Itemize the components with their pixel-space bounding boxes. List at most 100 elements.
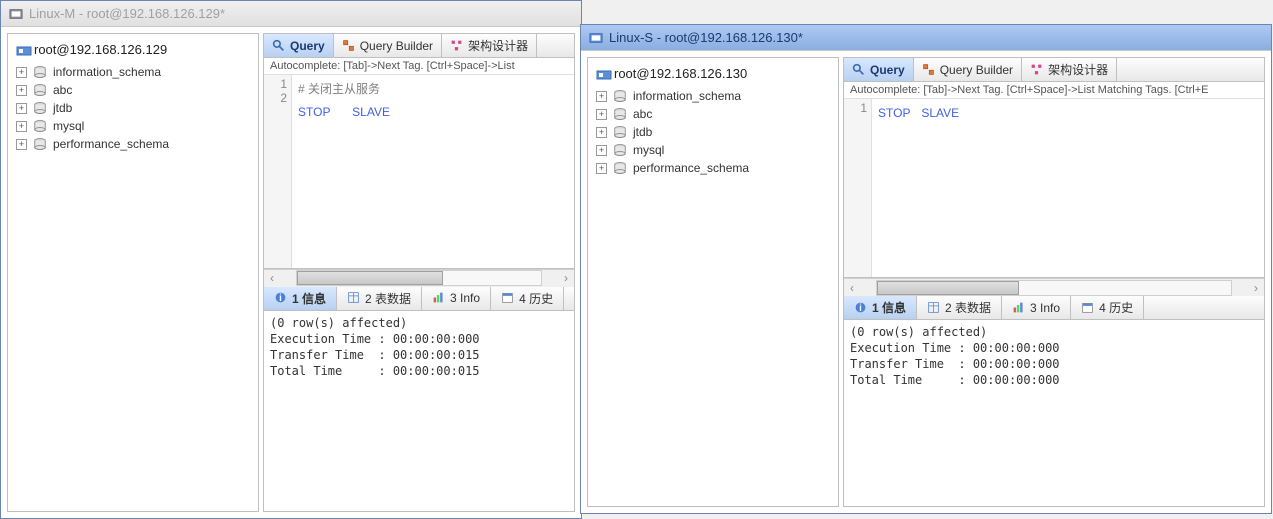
tree-db-item[interactable]: + abc: [12, 81, 254, 99]
chart-icon: [1012, 301, 1026, 315]
tab-query[interactable]: Query: [264, 34, 334, 57]
tab-schema-label: 架构设计器: [1048, 61, 1108, 78]
result-output[interactable]: (0 row(s) affected) Execution Time : 00:…: [264, 311, 574, 512]
tree-db-item[interactable]: +performance_schema: [592, 159, 834, 177]
expand-icon[interactable]: +: [16, 85, 27, 96]
db-tree-left[interactable]: root@192.168.126.129 + information_schema…: [7, 33, 259, 512]
result-tab-history[interactable]: 4 历史: [1071, 296, 1144, 319]
database-icon: [613, 161, 627, 175]
result-tab-info3[interactable]: 3 Info: [422, 287, 491, 310]
builder-icon: [922, 63, 936, 77]
tree-db-list: + information_schema + abc + jtdb +mysql+perfo…: [592, 87, 834, 177]
info-icon: i: [854, 301, 868, 315]
builder-icon: [342, 39, 356, 53]
window-linux-s: Linux-S - root@192.168.126.130* root@192…: [580, 24, 1272, 514]
result-tabs: i 1 信息 2 表数据 3 Info 4 历史: [844, 296, 1264, 320]
expand-icon[interactable]: +: [596, 91, 607, 102]
expand-icon[interactable]: +: [596, 109, 607, 120]
line-gutter: 1 2: [264, 75, 292, 268]
result-tab-data[interactable]: 2 表数据: [917, 296, 1002, 319]
db-label: mysql: [53, 119, 84, 133]
svg-text:i: i: [859, 302, 862, 313]
db-label: information_schema: [53, 65, 161, 79]
schema-icon: [450, 39, 464, 53]
database-icon: [613, 89, 627, 103]
db-tree-right[interactable]: root@192.168.126.130 + information_schema…: [587, 57, 839, 507]
expand-icon[interactable]: +: [596, 127, 607, 138]
chart-icon: [432, 291, 446, 305]
db-label: abc: [633, 107, 652, 121]
code-comment: # 关闭主从服务: [298, 82, 380, 96]
titlebar-right[interactable]: Linux-S - root@192.168.126.130*: [581, 25, 1271, 51]
calendar-icon: [1081, 301, 1095, 315]
tree-db-item[interactable]: + jtdb: [592, 123, 834, 141]
tab-query-label: Query: [290, 39, 325, 53]
info-icon: i: [274, 291, 288, 305]
database-icon: [33, 65, 47, 79]
expand-icon[interactable]: +: [16, 121, 27, 132]
db-label: abc: [53, 83, 72, 97]
editor-hscroll[interactable]: ‹ ›: [844, 278, 1264, 296]
database-icon: [33, 101, 47, 115]
tree-root-connection[interactable]: root@192.168.126.129: [12, 38, 254, 63]
result-tab-data[interactable]: 2 表数据: [337, 287, 422, 310]
tree-db-item[interactable]: + mysql: [12, 117, 254, 135]
tree-db-item[interactable]: + information_schema: [12, 63, 254, 81]
app-icon: [589, 31, 603, 45]
tab-schema-designer[interactable]: 架构设计器: [1022, 58, 1117, 81]
app-icon: [9, 7, 23, 21]
database-icon: [613, 125, 627, 139]
code-stop: STOP: [878, 106, 910, 120]
result-tab-info3[interactable]: 3 Info: [1002, 296, 1071, 319]
result-tabs: i 1 信息 2 表数据 3 Info 4 历史: [264, 287, 574, 311]
autocomplete-hint: Autocomplete: [Tab]->Next Tag. [Ctrl+Spa…: [264, 58, 574, 75]
db-label: performance_schema: [53, 137, 169, 151]
expand-icon[interactable]: +: [16, 67, 27, 78]
result-tab-info1[interactable]: i 1 信息: [264, 287, 337, 310]
expand-icon[interactable]: +: [596, 145, 607, 156]
connection-label: root@192.168.126.129: [34, 42, 167, 57]
database-icon: [33, 83, 47, 97]
expand-icon[interactable]: +: [596, 163, 607, 174]
code-area[interactable]: STOP SLAVE: [872, 99, 1264, 277]
expand-icon[interactable]: +: [16, 139, 27, 150]
result-tab-history[interactable]: 4 历史: [491, 287, 564, 310]
database-icon: [33, 119, 47, 133]
editor-pane-right: Query Query Builder 架构设计器 Autocomplete: …: [843, 57, 1265, 507]
db-label: information_schema: [633, 89, 741, 103]
svg-text:i: i: [279, 293, 282, 304]
sql-editor[interactable]: 1 STOP SLAVE: [844, 99, 1264, 278]
result-output[interactable]: (0 row(s) affected) Execution Time : 00:…: [844, 320, 1264, 506]
connection-label: root@192.168.126.130: [614, 66, 747, 81]
tree-root-connection[interactable]: root@192.168.126.130: [592, 62, 834, 87]
tab-query-builder[interactable]: Query Builder: [334, 34, 442, 57]
schema-icon: [1030, 63, 1044, 77]
tab-query-builder[interactable]: Query Builder: [914, 58, 1022, 81]
tab-schema-designer[interactable]: 架构设计器: [442, 34, 537, 57]
db-label: jtdb: [633, 125, 652, 139]
database-icon: [33, 137, 47, 151]
tab-query[interactable]: Query: [844, 58, 914, 81]
db-label: jtdb: [53, 101, 72, 115]
editor-hscroll[interactable]: ‹ ›: [264, 269, 574, 287]
calendar-icon: [501, 291, 515, 305]
code-area[interactable]: # 关闭主从服务 STOP SLAVE: [292, 75, 574, 268]
tree-db-item[interactable]: + performance_schema: [12, 135, 254, 153]
table-icon: [347, 291, 361, 305]
line-gutter: 1: [844, 99, 872, 277]
window-linux-m: Linux-M - root@192.168.126.129* root@192…: [0, 0, 582, 519]
table-icon: [927, 301, 941, 315]
editor-pane-left: Query Query Builder 架构设计器 Autocomplete: …: [263, 33, 575, 512]
autocomplete-hint: Autocomplete: [Tab]->Next Tag. [Ctrl+Spa…: [844, 82, 1264, 99]
tree-db-item[interactable]: +mysql: [592, 141, 834, 159]
titlebar-left[interactable]: Linux-M - root@192.168.126.129*: [1, 1, 581, 27]
sql-editor[interactable]: 1 2 # 关闭主从服务 STOP SLAVE: [264, 75, 574, 269]
connection-icon: [16, 43, 30, 57]
tree-db-item[interactable]: + jtdb: [12, 99, 254, 117]
result-tab-info1[interactable]: i 1 信息: [844, 296, 917, 319]
tree-db-item[interactable]: + abc: [592, 105, 834, 123]
expand-icon[interactable]: +: [16, 103, 27, 114]
tab-query-label: Query: [870, 63, 905, 77]
tree-db-item[interactable]: + information_schema: [592, 87, 834, 105]
code-slave: SLAVE: [921, 106, 959, 120]
